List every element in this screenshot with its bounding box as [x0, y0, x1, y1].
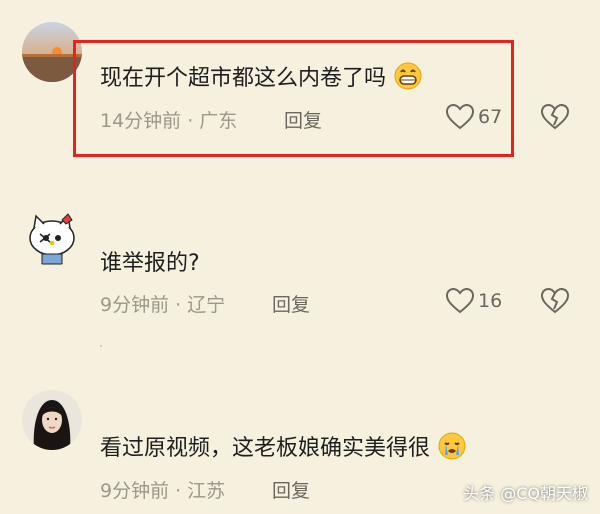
watermark: 头条 @CQ朝天椒 — [463, 484, 588, 503]
avatar-woman-photo[interactable] — [22, 390, 82, 450]
dislike-button[interactable] — [540, 287, 570, 318]
crying-emoji-icon — [437, 431, 467, 467]
highlight-frame — [73, 40, 514, 157]
comment-text: 谁举报的? — [100, 251, 200, 276]
broken-heart-icon — [540, 287, 570, 314]
timestamp: 9分钟前 — [100, 294, 170, 316]
heart-icon — [446, 288, 474, 314]
dislike-button[interactable] — [540, 103, 570, 134]
reply-button[interactable]: 回复 — [272, 476, 310, 503]
comment-text: 看过原视频，这老板娘确实美得很 — [100, 430, 467, 467]
location: 江苏 — [187, 480, 226, 502]
avatar-hello-kitty[interactable] — [22, 206, 82, 266]
timestamp: 9分钟前 — [100, 480, 170, 502]
like-button[interactable]: 16 — [446, 288, 502, 314]
comment-meta: 9分钟前 · 江苏 — [100, 476, 225, 503]
like-count: 16 — [478, 290, 503, 312]
separator: · — [175, 294, 182, 316]
comment-meta: 9分钟前 · 辽宁 — [100, 290, 225, 317]
reply-button[interactable]: 回复 — [272, 290, 310, 317]
location: 辽宁 — [187, 294, 226, 316]
broken-heart-icon — [540, 103, 570, 130]
separator: · — [175, 480, 182, 502]
divider-dot — [100, 345, 102, 347]
